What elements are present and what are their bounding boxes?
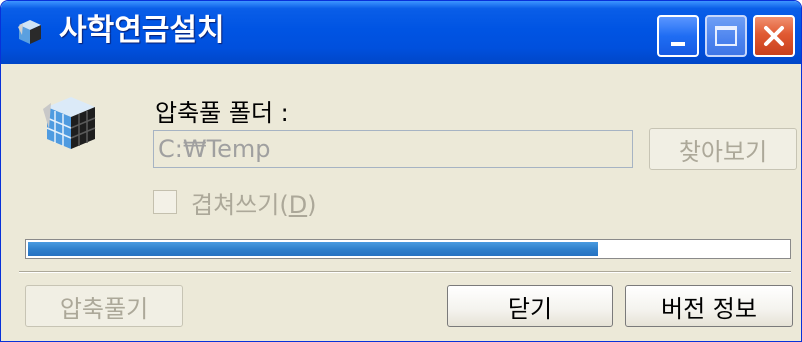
maximize-button [705, 15, 747, 57]
separator [19, 271, 791, 273]
app-cube-icon-large [43, 97, 96, 149]
close-icon [764, 26, 784, 46]
app-cube-icon [18, 20, 41, 44]
installer-window: 사학연금설치 압축풀 폴더: C:₩Temp 찾아보기 겹쳐쓰기(D) 압축풀… [0, 0, 802, 342]
close-button[interactable]: 닫기 [447, 285, 613, 327]
overwrite-option: 겹쳐쓰기(D) [153, 187, 317, 219]
close-window-button[interactable] [753, 15, 795, 57]
title-bar[interactable]: 사학연금설치 [1, 1, 801, 64]
extract-button: 압축풀기 [25, 285, 183, 327]
window-title: 사학연금설치 [59, 13, 225, 48]
minimize-button[interactable] [657, 15, 699, 57]
folder-path-input: C:₩Temp [153, 130, 633, 168]
folder-label: 압축풀 폴더 : [155, 99, 289, 127]
overwrite-label: 겹쳐쓰기(D) [191, 190, 317, 219]
maximize-icon [715, 26, 737, 46]
overwrite-checkbox [153, 190, 177, 214]
extraction-progress-bar [25, 239, 791, 259]
progress-fill [28, 242, 598, 256]
version-info-button[interactable]: 버전 정보 [625, 285, 793, 327]
minimize-icon [671, 42, 685, 46]
browse-button: 찾아보기 [649, 128, 797, 170]
